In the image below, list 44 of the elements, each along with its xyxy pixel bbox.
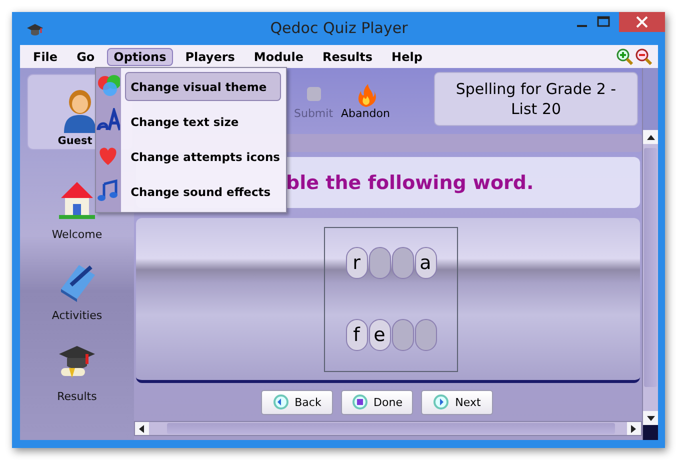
nav-button[interactable]: Back xyxy=(261,390,333,414)
user-name: Guest xyxy=(58,135,92,147)
theme-circles-icon xyxy=(96,73,120,99)
question-prompt: ble the following word. xyxy=(286,172,534,194)
close-button[interactable] xyxy=(619,12,665,32)
letter-tile[interactable]: a xyxy=(414,247,436,280)
play-circle-icon xyxy=(433,394,450,410)
menu-item[interactable]: Options xyxy=(106,48,174,66)
sidebar-item[interactable]: Results xyxy=(57,390,97,403)
letter-tile[interactable] xyxy=(368,247,390,280)
letter-tile[interactable] xyxy=(392,247,414,280)
menu-item[interactable]: Players xyxy=(178,48,242,66)
menu-item[interactable]: Help xyxy=(384,48,430,66)
back-circle-icon xyxy=(272,394,289,410)
zoom-out-icon[interactable] xyxy=(635,48,652,65)
toolbar-button[interactable]: Abandon xyxy=(339,83,392,120)
sidebar-item[interactable]: Activities xyxy=(52,309,102,322)
up-arrow-icon xyxy=(646,134,654,140)
vertical-scrollbar[interactable] xyxy=(642,68,658,440)
horizontal-scrollbar[interactable] xyxy=(134,421,642,436)
menu-item[interactable]: Go xyxy=(70,48,102,66)
window-title: Qedoc Quiz Player xyxy=(269,19,409,37)
scrollbar-corner xyxy=(643,425,658,440)
left-arrow-icon xyxy=(139,424,145,432)
down-arrow-icon xyxy=(646,416,654,420)
sidebar-item[interactable]: Welcome xyxy=(52,228,102,241)
module-title: Spelling for Grade 2 - List 20 xyxy=(434,72,638,126)
menu-item[interactable]: File xyxy=(26,48,65,66)
letter-tile[interactable]: e xyxy=(368,318,390,351)
letter-tile[interactable] xyxy=(392,318,414,351)
menu-item[interactable]: Results xyxy=(315,48,380,66)
music-note-icon xyxy=(96,178,120,204)
menu-option[interactable]: Change sound effects xyxy=(124,177,281,206)
letter-tile[interactable] xyxy=(414,318,436,351)
menu-item[interactable]: Module xyxy=(246,48,310,66)
right-arrow-icon xyxy=(631,424,637,432)
close-icon xyxy=(636,16,648,28)
letter-tile[interactable]: r xyxy=(346,247,368,280)
zoom-in-icon[interactable] xyxy=(616,48,633,65)
letter-tile[interactable]: f xyxy=(346,318,368,351)
stop-circle-icon xyxy=(352,394,368,410)
menu-option[interactable]: Change visual theme xyxy=(124,72,281,101)
nav-button[interactable]: Next xyxy=(421,390,493,414)
nav-button[interactable]: Done xyxy=(341,390,413,414)
